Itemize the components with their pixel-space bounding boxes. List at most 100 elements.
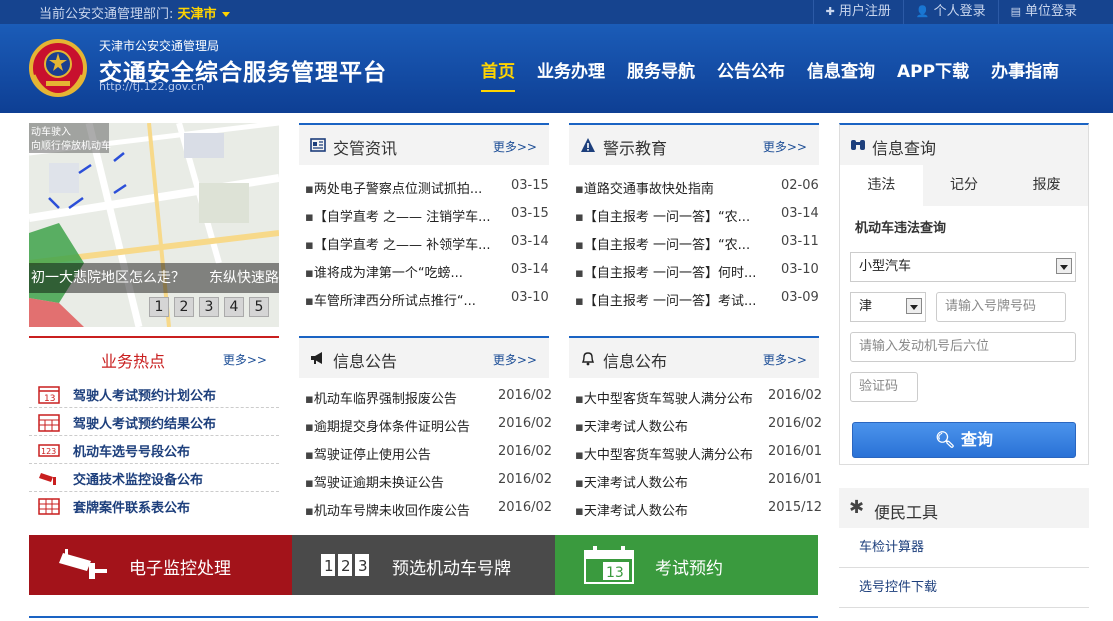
nav-app-download[interactable]: APP下载	[897, 57, 969, 92]
news-item[interactable]: ▪【自主报考 一问一答】考试... 03-09	[575, 290, 819, 310]
news-slider[interactable]: 动车驶入 向顺行停放机动车 初一大悲院地区怎么走？ 东纵快速路 1 2 3 4 5	[29, 123, 279, 327]
news-item-text[interactable]: 【自主报考 一问一答】“农...	[584, 238, 750, 253]
news-item-text[interactable]: 【自学直考 之—— 补领学车...	[314, 238, 491, 253]
news-item[interactable]: ▪【自主报考 一问一答】“农... 03-14	[575, 206, 819, 226]
dept-value[interactable]: 天津市	[178, 7, 217, 22]
slide-page-4[interactable]: 4	[224, 297, 244, 317]
nav-announcements[interactable]: 公告公布	[717, 57, 785, 92]
notice-item-text[interactable]: 驾驶证逾期未换证公告	[314, 476, 444, 491]
unit-login-link[interactable]: ▤ 单位登录	[997, 0, 1089, 24]
news-item[interactable]: ▪【自学直考 之—— 注销学车... 03-15	[305, 206, 549, 226]
slide-page-3[interactable]: 3	[199, 297, 219, 317]
news-item[interactable]: ▪谁将成为津第一个“吃螃... 03-14	[305, 262, 549, 282]
notice-item[interactable]: ▪驾驶证逾期未换证公告 2016/02	[305, 472, 555, 492]
vehicle-type-select[interactable]: 小型汽车	[850, 252, 1076, 282]
notice-item[interactable]: ▪机动车临界强制报废公告 2016/02	[305, 388, 555, 408]
plate-preselect-label[interactable]: 预选机动车号牌	[392, 554, 511, 579]
news-item[interactable]: ▪【自主报考 一问一答】何时... 03-10	[575, 262, 819, 282]
plate-number-input[interactable]: 请输入号牌号码	[936, 292, 1066, 322]
tab-scrap[interactable]: 报废	[1005, 165, 1088, 206]
slide-page-1[interactable]: 1	[149, 297, 169, 317]
electronic-monitoring-label[interactable]: 电子监控处理	[129, 554, 231, 579]
surveillance-camera-icon	[59, 549, 107, 579]
publish-item[interactable]: ▪大中型客货车驾驶人满分公布 2016/01	[575, 444, 825, 464]
hot-item-label[interactable]: 套牌案件联系表公布	[73, 497, 190, 516]
electronic-monitoring-button[interactable]: 电子监控处理	[29, 535, 292, 595]
register-link[interactable]: ✚ 用户注册	[812, 0, 903, 24]
tool-number-selection-plugin[interactable]: 选号控件下载	[839, 568, 1089, 608]
info-notice-more-link[interactable]: 更多>>	[493, 351, 537, 368]
exam-booking-label[interactable]: 考试预约	[655, 554, 723, 579]
nav-business[interactable]: 业务办理	[537, 57, 605, 92]
hot-item[interactable]: 交通技术监控设备公布	[29, 464, 279, 492]
tab-violation[interactable]: 违法	[840, 165, 923, 206]
news-item[interactable]: ▪【自学直考 之—— 补领学车... 03-14	[305, 234, 549, 254]
province-select[interactable]: 津	[850, 292, 926, 322]
notice-item[interactable]: ▪驾驶证停止使用公告 2016/02	[305, 444, 555, 464]
notice-item-date: 2016/02	[498, 444, 553, 459]
publish-item-text[interactable]: 大中型客货车驾驶人满分公布	[584, 392, 753, 407]
tool-vehicle-inspection-calculator[interactable]: 车检计算器	[839, 528, 1089, 568]
news-item[interactable]: ▪【自主报考 一问一答】“农... 03-11	[575, 234, 819, 254]
news-item-text[interactable]: 车管所津西分所试点推行“...	[314, 294, 476, 309]
notice-item-text[interactable]: 机动车临界强制报废公告	[314, 392, 457, 407]
dropdown-arrow-icon[interactable]	[906, 298, 922, 314]
news-item[interactable]: ▪车管所津西分所试点推行“... 03-10	[305, 290, 549, 310]
captcha-input[interactable]: 验证码	[850, 372, 918, 402]
personal-login-link[interactable]: 👤 个人登录	[902, 0, 998, 24]
slide-caption-2[interactable]: 东纵快速路	[209, 270, 279, 286]
hot-item[interactable]: 123 机动车选号号段公布	[29, 436, 279, 464]
news-item-text[interactable]: 【自主报考 一问一答】“农...	[584, 210, 750, 225]
notice-item-text[interactable]: 逾期提交身体条件证明公告	[314, 420, 470, 435]
news-item[interactable]: ▪两处电子警察点位测试抓拍... 03-15	[305, 178, 549, 198]
hot-item-label[interactable]: 机动车选号号段公布	[73, 441, 190, 460]
plate-preselect-button[interactable]: 123 预选机动车号牌	[292, 535, 555, 595]
notice-item-text[interactable]: 机动车号牌未收回作废公告	[314, 504, 470, 519]
police-emblem-icon[interactable]	[28, 37, 88, 99]
publish-item[interactable]: ▪大中型客货车驾驶人满分公布 2016/02	[575, 388, 825, 408]
news-item-text[interactable]: 两处电子警察点位测试抓拍...	[314, 182, 482, 197]
query-button[interactable]: 🔍︎ 查询	[852, 422, 1076, 458]
slide-page-5[interactable]: 5	[249, 297, 269, 317]
slide-caption[interactable]: 初一大悲院地区怎么走？ 东纵快速路	[29, 263, 279, 293]
exam-booking-button[interactable]: 13 考试预约	[555, 535, 818, 595]
traffic-news-more-link[interactable]: 更多>>	[493, 138, 537, 155]
engine-number-input[interactable]: 请输入发动机号后六位	[850, 332, 1076, 362]
nav-guide[interactable]: 办事指南	[991, 57, 1059, 92]
tab-points[interactable]: 记分	[923, 165, 1006, 206]
hot-item[interactable]: 套牌案件联系表公布	[29, 492, 279, 520]
slide-page-2[interactable]: 2	[174, 297, 194, 317]
caret-down-icon[interactable]	[221, 12, 230, 17]
publish-item-text[interactable]: 天津考试人数公布	[584, 420, 688, 435]
nav-service-guide[interactable]: 服务导航	[627, 57, 695, 92]
dropdown-arrow-icon[interactable]	[1056, 258, 1072, 274]
dept-selector[interactable]: 当前公安交通管理部门: 天津市	[39, 3, 230, 22]
hot-item-label[interactable]: 驾驶人考试预约结果公布	[73, 413, 216, 432]
news-item-text[interactable]: 【自主报考 一问一答】何时...	[584, 266, 757, 281]
publish-item[interactable]: ▪天津考试人数公布 2015/12	[575, 500, 825, 520]
news-item-text[interactable]: 【自主报考 一问一答】考试...	[584, 294, 757, 309]
hot-business-more-link[interactable]: 更多>>	[223, 351, 267, 368]
news-item-text[interactable]: 谁将成为津第一个“吃螃...	[314, 266, 463, 281]
publish-item[interactable]: ▪天津考试人数公布 2016/01	[575, 472, 825, 492]
svg-text:13: 13	[606, 565, 624, 581]
publish-item-text[interactable]: 天津考试人数公布	[584, 476, 688, 491]
nav-home[interactable]: 首页	[481, 57, 515, 92]
hot-item[interactable]: 驾驶人考试预约结果公布	[29, 408, 279, 436]
info-publish-more-link[interactable]: 更多>>	[763, 351, 807, 368]
notice-item-text[interactable]: 驾驶证停止使用公告	[314, 448, 431, 463]
news-item-text[interactable]: 【自学直考 之—— 注销学车...	[314, 210, 491, 225]
news-item-text[interactable]: 道路交通事故快处指南	[584, 182, 714, 197]
hot-item[interactable]: 13 驾驶人考试预约计划公布	[29, 380, 279, 408]
publish-item-text[interactable]: 天津考试人数公布	[584, 504, 688, 519]
notice-item[interactable]: ▪逾期提交身体条件证明公告 2016/02	[305, 416, 555, 436]
publish-item[interactable]: ▪天津考试人数公布 2016/02	[575, 416, 825, 436]
nav-info-query[interactable]: 信息查询	[807, 57, 875, 92]
notice-item[interactable]: ▪机动车号牌未收回作废公告 2016/02	[305, 500, 555, 520]
news-item[interactable]: ▪道路交通事故快处指南 02-06	[575, 178, 819, 198]
warning-edu-more-link[interactable]: 更多>>	[763, 138, 807, 155]
slide-caption-1[interactable]: 初一大悲院地区怎么走？	[31, 270, 185, 286]
publish-item-text[interactable]: 大中型客货车驾驶人满分公布	[584, 448, 753, 463]
hot-item-label[interactable]: 驾驶人考试预约计划公布	[73, 385, 216, 404]
hot-item-label[interactable]: 交通技术监控设备公布	[73, 469, 203, 488]
